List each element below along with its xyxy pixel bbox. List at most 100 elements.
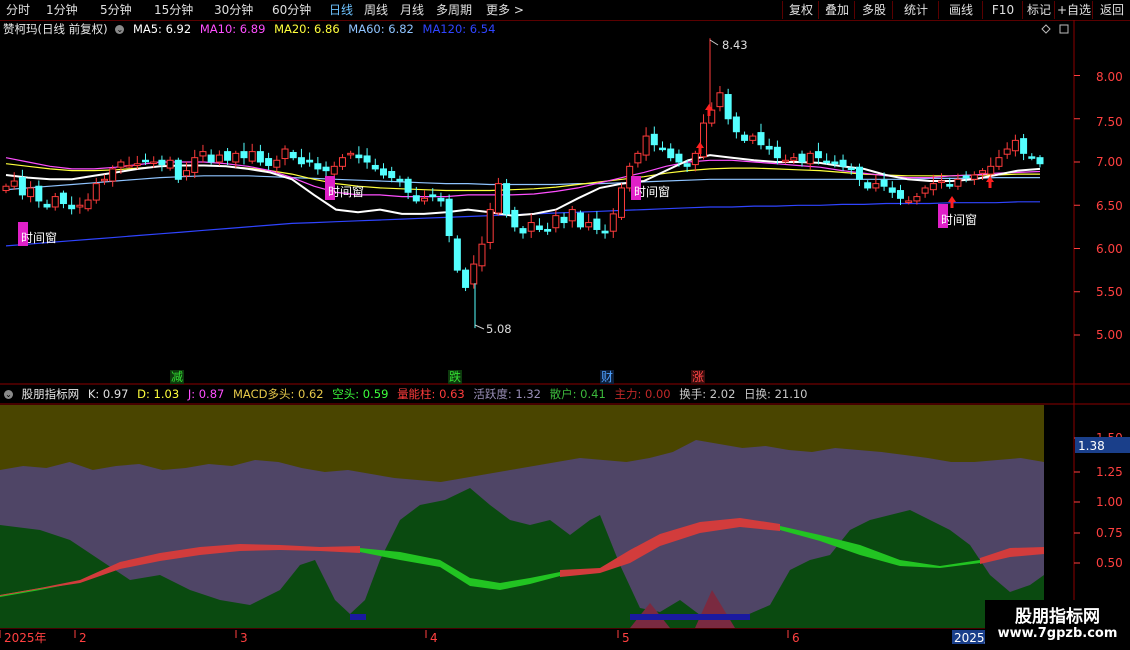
candle-body [913,196,921,202]
candle-body [806,152,814,165]
candle-body [979,170,987,174]
stock-title: 赞柯玛(日线 前复权) [3,22,108,36]
baseline-segment [350,614,366,620]
signal-zhang: 涨 [692,369,704,384]
candle-body [970,174,978,180]
date-label: 3 [240,631,248,645]
ma120-line [5,201,1040,247]
candle-body [667,148,675,159]
candle-body [462,269,470,288]
candle-body [511,209,519,228]
ind-main-force: 主力: 0.00 [614,387,671,401]
candle-body [322,166,330,172]
candle-body [355,154,363,159]
time-window-label: 时间窗 [634,185,670,199]
candle-body [43,203,51,208]
ind-turnover: 换手: 2.02 [679,387,736,401]
candle-body [987,165,995,175]
ma5-value: MA5: 6.92 [132,22,192,36]
candle-body [880,179,888,187]
candle-body [289,151,297,159]
candle-body [962,175,970,179]
candle-body [445,198,453,237]
candle-body [281,148,289,160]
candle-body [1036,157,1044,165]
ma10-value: MA10: 6.89 [199,22,266,36]
candle-body [995,157,1003,167]
collapse-icon[interactable]: ⌄ [4,390,13,399]
candle-body [757,132,765,146]
candle-body [347,152,355,156]
candle-body [617,187,625,218]
candle-body [27,187,35,198]
window-icon[interactable] [1059,24,1069,34]
candle-body [1028,156,1036,159]
candle-body [18,177,26,196]
candle-body [519,228,527,234]
price-tick: 7.50 [1096,115,1123,129]
watermark-url: www.7gpzb.com [997,626,1118,641]
candle-body [338,157,346,167]
candle-body [773,146,781,159]
indicator-layer [0,405,1044,628]
candle-body [831,161,839,165]
low-price-label: 5.08 [486,322,512,336]
candle-body [35,185,43,202]
price-grid [1074,75,1080,564]
candle-body [823,160,831,164]
candle-body [683,163,691,167]
candle-body [568,209,576,222]
candle-body [265,158,273,166]
candle-body [330,165,338,175]
signal-die: 跌 [449,369,461,384]
indicator-legend: ⌄ 股朋指标网 K: 0.97 D: 1.03 J: 0.87 MACD多头: … [0,386,813,403]
indicator-name: 股朋指标网 [21,387,80,401]
candle-body [798,153,806,163]
candle-body [117,161,125,168]
candle-body [650,133,658,146]
watermark-title: 股朋指标网 [1015,607,1100,627]
candle-body [486,209,494,243]
candle-body [609,213,617,232]
candle-body [790,157,798,161]
candle-body [1011,139,1019,152]
candle-body [716,92,724,108]
candle-body [363,155,371,163]
candle-body [215,154,223,163]
candle-body [642,135,650,156]
candle-body [470,263,478,285]
price-tick: 6.50 [1096,199,1123,213]
candle-body [100,178,108,182]
candle-body [544,228,552,232]
candle-body [396,178,404,182]
candle-body [371,164,379,170]
candle-body [634,152,642,164]
kline-chart: 8.00 7.50 7.00 6.50 6.00 5.50 5.00 8.43 … [0,20,1130,645]
candle-body [183,170,191,177]
candle-body [659,147,667,151]
candle-body [1020,138,1028,154]
candle-body [125,164,133,168]
candle-body [946,183,954,187]
candle-body [839,159,847,167]
candle-body [207,154,215,163]
ind-j: J: 0.87 [187,387,225,401]
candle-body [560,216,568,224]
ind-volume-bar: 量能柱: 0.63 [397,387,465,401]
candle-body [732,116,740,133]
candle-body [232,152,240,163]
price-tick: 8.00 [1096,70,1123,84]
candle-body [68,204,76,210]
candle-body [306,159,314,163]
candle-body [954,178,962,187]
diamond-icon[interactable] [1041,24,1051,34]
collapse-icon[interactable]: ⌄ [115,25,125,34]
candle-body [421,197,429,202]
candle-body [478,243,486,267]
candle-body [552,215,560,229]
price-tick: 6.00 [1096,242,1123,256]
high-price-label: 8.43 [722,38,748,52]
time-window-label: 时间窗 [941,213,977,227]
ma20-value: MA20: 6.86 [274,22,340,36]
price-tick: 7.00 [1096,155,1123,169]
